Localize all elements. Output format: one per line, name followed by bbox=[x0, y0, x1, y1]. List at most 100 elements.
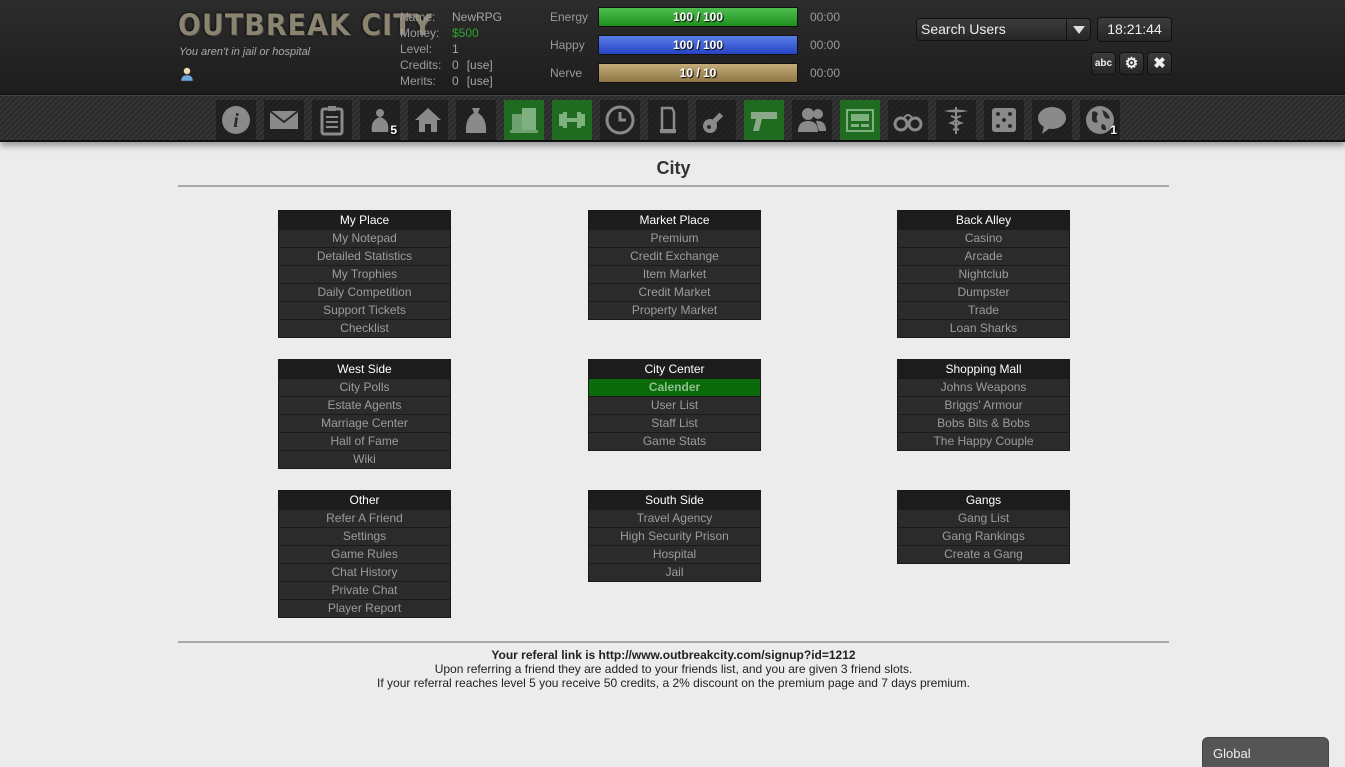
menu-item-the-happy-couple[interactable]: The Happy Couple bbox=[898, 432, 1069, 450]
menu-item-checklist[interactable]: Checklist bbox=[279, 319, 450, 337]
credits-label: Credits: bbox=[400, 58, 442, 72]
close-icon[interactable]: ✖ bbox=[1147, 52, 1172, 75]
menu-item-daily-competition[interactable]: Daily Competition bbox=[279, 283, 450, 301]
menu-gangs: Gangs Gang List Gang Rankings Create a Gang bbox=[897, 490, 1070, 564]
header: OUTBREAK CITY You aren't in jail or hosp… bbox=[0, 0, 1345, 95]
nav-clipboard-button[interactable] bbox=[312, 100, 352, 140]
home-icon bbox=[415, 108, 441, 132]
nav-globe-button[interactable]: 1 bbox=[1080, 100, 1120, 140]
menu-item-credit-exchange[interactable]: Credit Exchange bbox=[589, 247, 760, 265]
menu-item-loan-sharks[interactable]: Loan Sharks bbox=[898, 319, 1069, 337]
menu-item-game-rules[interactable]: Game Rules bbox=[279, 545, 450, 563]
nav-home-button[interactable] bbox=[408, 100, 448, 140]
user-profile-icon[interactable] bbox=[180, 66, 194, 82]
search-users-select[interactable]: Search Users bbox=[916, 18, 1091, 41]
menu-item-item-market[interactable]: Item Market bbox=[589, 265, 760, 283]
nav-users-button[interactable] bbox=[792, 100, 832, 140]
gear-icon[interactable]: ⚙ bbox=[1119, 52, 1144, 75]
menu-item-game-stats[interactable]: Game Stats bbox=[589, 432, 760, 450]
name-label: Name: bbox=[400, 10, 436, 24]
menu-item-dumpster[interactable]: Dumpster bbox=[898, 283, 1069, 301]
happy-bar: 100 / 100 bbox=[598, 35, 798, 55]
nav-clock-button[interactable] bbox=[600, 100, 640, 140]
menu-item-my-notepad[interactable]: My Notepad bbox=[279, 229, 450, 247]
icon-nav-bar: i 5 1 bbox=[0, 95, 1345, 142]
menu-item-private-chat[interactable]: Private Chat bbox=[279, 581, 450, 599]
nerve-row: Nerve 10 / 10 00:00 bbox=[550, 63, 840, 83]
spellcheck-button[interactable]: abc bbox=[1091, 52, 1116, 75]
menu-header: Back Alley bbox=[898, 211, 1069, 229]
nav-city-buildings-button[interactable] bbox=[504, 100, 544, 140]
global-chat-label: Global bbox=[1213, 746, 1251, 761]
dice-icon bbox=[992, 108, 1016, 132]
menu-item-travel-agency[interactable]: Travel Agency bbox=[589, 509, 760, 527]
jail-status: You aren't in jail or hospital bbox=[179, 46, 311, 58]
credits-use-link[interactable]: [use] bbox=[467, 57, 493, 73]
nav-key-button[interactable] bbox=[696, 100, 736, 140]
menu-item-nightclub[interactable]: Nightclub bbox=[898, 265, 1069, 283]
logo[interactable]: OUTBREAK CITY bbox=[178, 8, 433, 42]
menu-item-hospital[interactable]: Hospital bbox=[589, 545, 760, 563]
chevron-down-icon[interactable] bbox=[1066, 19, 1090, 40]
menu-item-marriage-center[interactable]: Marriage Center bbox=[279, 414, 450, 432]
nav-dice-button[interactable] bbox=[984, 100, 1024, 140]
menu-item-city-polls[interactable]: City Polls bbox=[279, 378, 450, 396]
menu-item-my-trophies[interactable]: My Trophies bbox=[279, 265, 450, 283]
key-icon bbox=[703, 112, 724, 133]
menu-item-refer-a-friend[interactable]: Refer A Friend bbox=[279, 509, 450, 527]
notification-badge: 5 bbox=[390, 123, 397, 137]
nav-info-button[interactable]: i bbox=[216, 100, 256, 140]
global-chat-tab[interactable]: Global bbox=[1202, 737, 1329, 767]
menu-item-create-a-gang[interactable]: Create a Gang bbox=[898, 545, 1069, 563]
menu-item-briggs-armour[interactable]: Briggs' Armour bbox=[898, 396, 1069, 414]
nav-newspaper-button[interactable] bbox=[840, 100, 880, 140]
happy-label: Happy bbox=[550, 38, 585, 52]
menu-item-staff-list[interactable]: Staff List bbox=[589, 414, 760, 432]
nav-speech-bubble-button[interactable] bbox=[1032, 100, 1072, 140]
nav-caduceus-button[interactable] bbox=[936, 100, 976, 140]
menu-item-gang-rankings[interactable]: Gang Rankings bbox=[898, 527, 1069, 545]
menu-item-support-tickets[interactable]: Support Tickets bbox=[279, 301, 450, 319]
menu-item-calender[interactable]: Calender bbox=[589, 378, 760, 396]
menu-item-casino[interactable]: Casino bbox=[898, 229, 1069, 247]
menu-item-chat-history[interactable]: Chat History bbox=[279, 563, 450, 581]
nav-sack-button[interactable] bbox=[456, 100, 496, 140]
menu-item-wiki[interactable]: Wiki bbox=[279, 450, 450, 468]
menu-item-detailed-statistics[interactable]: Detailed Statistics bbox=[279, 247, 450, 265]
referral-link[interactable]: Your referal link is http://www.outbreak… bbox=[178, 648, 1169, 662]
menu-market-place: Market Place Premium Credit Exchange Item M… bbox=[588, 210, 761, 320]
menu-item-johns-weapons[interactable]: Johns Weapons bbox=[898, 378, 1069, 396]
menu-header: Gangs bbox=[898, 491, 1069, 509]
energy-text: 100 / 100 bbox=[672, 10, 724, 24]
nav-handcuffs-button[interactable] bbox=[888, 100, 928, 140]
happy-text: 100 / 100 bbox=[672, 38, 724, 52]
nav-book-button[interactable] bbox=[648, 100, 688, 140]
menu-item-bobs-bits-bobs[interactable]: Bobs Bits & Bobs bbox=[898, 414, 1069, 432]
nerve-bar: 10 / 10 bbox=[598, 63, 798, 83]
referral-line-2: If your referral reaches level 5 you rec… bbox=[377, 676, 970, 690]
nav-dumbbell-button[interactable] bbox=[552, 100, 592, 140]
menu-item-hall-of-fame[interactable]: Hall of Fame bbox=[279, 432, 450, 450]
menu-item-player-report[interactable]: Player Report bbox=[279, 599, 450, 617]
merits-value: 0 bbox=[452, 74, 459, 88]
menu-item-jail[interactable]: Jail bbox=[589, 563, 760, 581]
menu-other: Other Refer A Friend Settings Game Rules Cha… bbox=[278, 490, 451, 618]
menu-item-arcade[interactable]: Arcade bbox=[898, 247, 1069, 265]
energy-label: Energy bbox=[550, 10, 589, 24]
nav-money-bag-button[interactable]: 5 bbox=[360, 100, 400, 140]
menu-item-credit-market[interactable]: Credit Market bbox=[589, 283, 760, 301]
menu-item-gang-list[interactable]: Gang List bbox=[898, 509, 1069, 527]
nerve-text: 10 / 10 bbox=[679, 66, 717, 80]
menu-item-high-security-prison[interactable]: High Security Prison bbox=[589, 527, 760, 545]
menu-item-premium[interactable]: Premium bbox=[589, 229, 760, 247]
nav-mail-button[interactable] bbox=[264, 100, 304, 140]
menu-header: Market Place bbox=[589, 211, 760, 229]
menu-item-user-list[interactable]: User List bbox=[589, 396, 760, 414]
menu-item-property-market[interactable]: Property Market bbox=[589, 301, 760, 319]
menu-item-trade[interactable]: Trade bbox=[898, 301, 1069, 319]
menu-item-estate-agents[interactable]: Estate Agents bbox=[279, 396, 450, 414]
caduceus-icon bbox=[944, 107, 968, 134]
menu-item-settings[interactable]: Settings bbox=[279, 527, 450, 545]
merits-use-link[interactable]: [use] bbox=[467, 73, 493, 89]
nav-gun-button[interactable] bbox=[744, 100, 784, 140]
